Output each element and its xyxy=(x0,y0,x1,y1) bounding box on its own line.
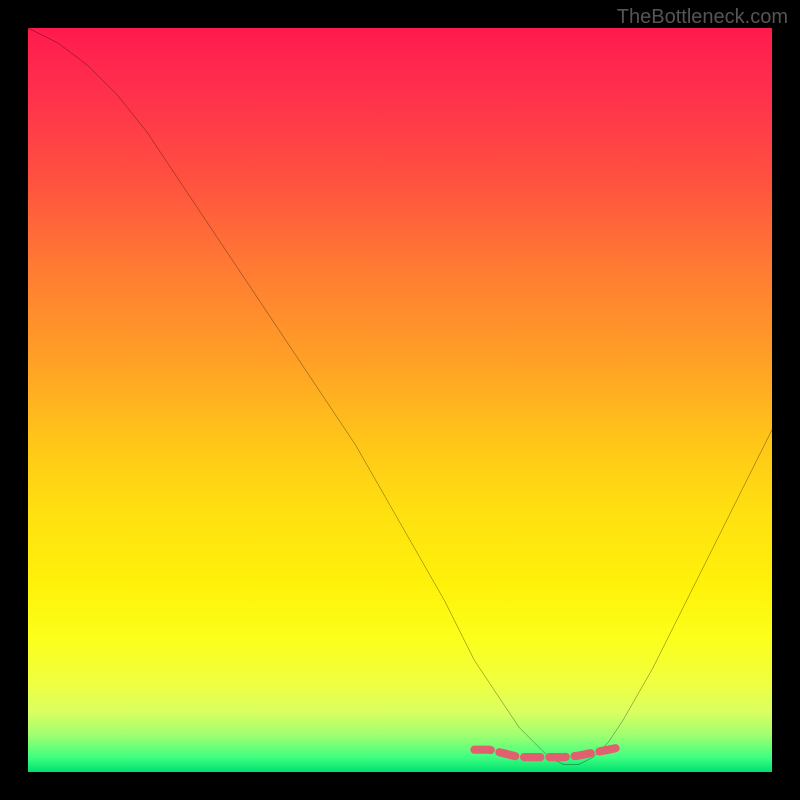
chart-plot-area xyxy=(28,28,772,772)
chart-svg-layer xyxy=(28,28,772,772)
watermark-text: TheBottleneck.com xyxy=(617,6,788,29)
optimal-band xyxy=(474,748,615,757)
bottleneck-curve xyxy=(28,28,772,765)
